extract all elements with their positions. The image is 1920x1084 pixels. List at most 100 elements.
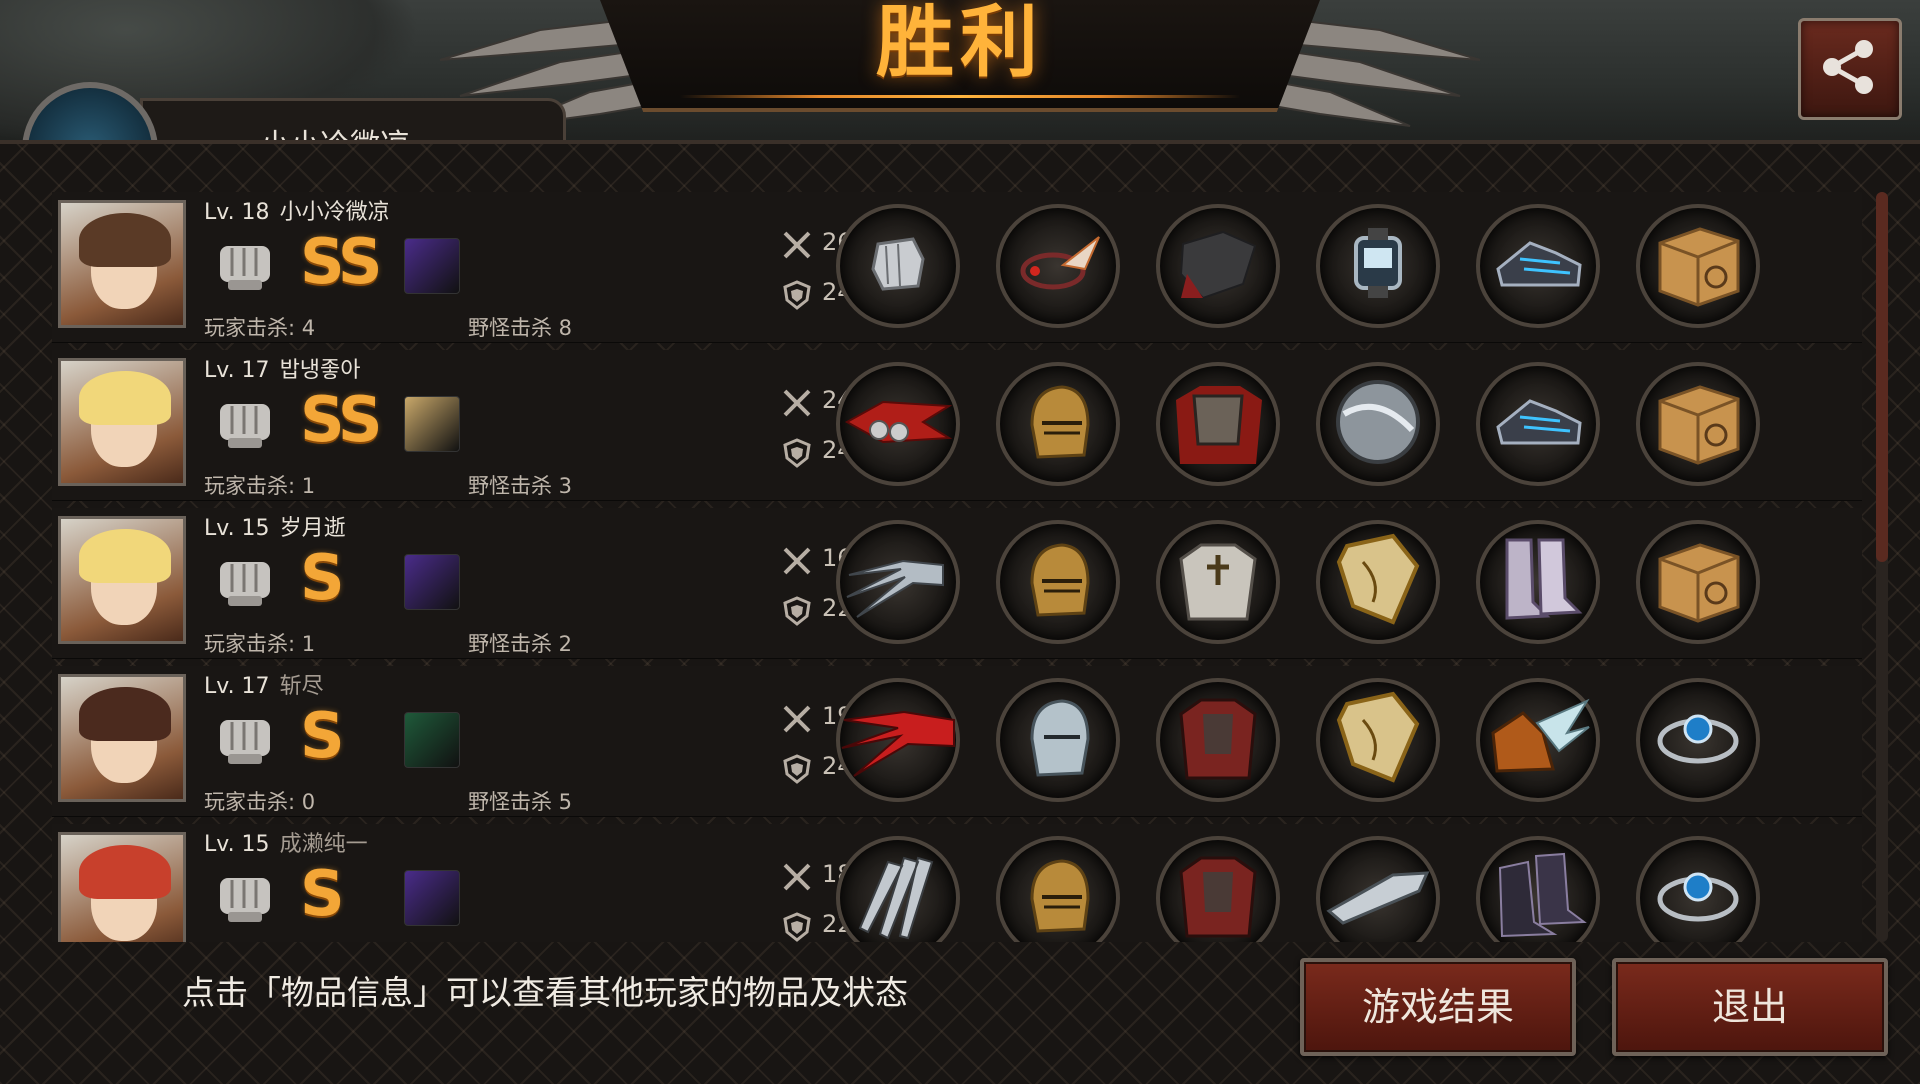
avatar-hair xyxy=(79,845,171,899)
equipment-slot[interactable] xyxy=(996,678,1120,802)
equipment-slot[interactable] xyxy=(996,836,1120,942)
player-grade: S xyxy=(300,541,345,614)
equipment-slot[interactable] xyxy=(1156,520,1280,644)
equipment-slot[interactable] xyxy=(1316,204,1440,328)
winged-circlet-icon xyxy=(1013,229,1103,303)
player-list[interactable]: Lv. 18小小冷微凉SS玩家击杀: 4野怪击杀 8265249Lv. 17밥냉… xyxy=(52,190,1862,942)
equipment-slot[interactable] xyxy=(1156,362,1280,486)
player-level-name: Lv. 17 밥냉좋아 xyxy=(204,352,361,384)
equipment-slot[interactable] xyxy=(1636,836,1760,942)
fist-icon xyxy=(220,562,270,606)
player-grade: SS xyxy=(300,383,383,456)
player-level-name: Lv. 17 斩尽 xyxy=(204,668,324,700)
player-pet-icon[interactable] xyxy=(404,870,460,926)
gold-shield-icon xyxy=(1333,532,1423,632)
player-pet-icon[interactable] xyxy=(404,554,460,610)
player-list-scrollbar[interactable] xyxy=(1876,192,1888,942)
player-avatar[interactable] xyxy=(58,832,186,942)
player-kills: 玩家击杀: 1 xyxy=(204,474,316,498)
armor-red-cape-icon xyxy=(1170,374,1266,474)
equipment-slot[interactable] xyxy=(1156,204,1280,328)
player-level: Lv. 17 xyxy=(204,358,270,383)
shield-icon xyxy=(783,438,811,468)
player-row[interactable]: Lv. 17밥냉좋아SS玩家击杀: 1野怪击杀 3240246 xyxy=(52,350,1862,501)
gauntlet-icon xyxy=(858,224,938,308)
player-avatar[interactable] xyxy=(58,674,186,802)
equipment-slot[interactable] xyxy=(996,362,1120,486)
player-level: Lv. 15 xyxy=(204,516,270,541)
player-avatar[interactable] xyxy=(58,516,186,644)
player-row[interactable]: Lv. 17斩尽S玩家击杀: 0野怪击杀 5196247 xyxy=(52,666,1862,817)
red-armor-icon xyxy=(1173,848,1263,942)
equipment-slot[interactable] xyxy=(996,204,1120,328)
cat-box-icon xyxy=(1650,219,1746,313)
equipment-slot[interactable] xyxy=(1156,836,1280,942)
shield-icon xyxy=(783,912,811,942)
cat-box-icon xyxy=(1650,535,1746,629)
equipment-slot[interactable] xyxy=(836,678,960,802)
dark-boots-icon xyxy=(1488,848,1588,942)
crossed-swords-icon xyxy=(783,863,811,891)
player-avatar[interactable] xyxy=(58,358,186,486)
player-name: 岁月逝 xyxy=(279,516,346,541)
player-pet-icon[interactable] xyxy=(404,238,460,294)
player-level-name: Lv. 18 小小冷微凉 xyxy=(204,194,390,226)
player-name: 小小冷微凉 xyxy=(279,200,390,225)
red-claw-icon xyxy=(838,690,958,790)
avatar-hair xyxy=(79,529,171,583)
equipment-slot[interactable] xyxy=(1476,362,1600,486)
red-knuckle-icon xyxy=(843,392,953,456)
equipment-slot[interactable] xyxy=(1636,678,1760,802)
shield-icon xyxy=(783,754,811,784)
player-row[interactable]: Lv. 15岁月逝S玩家击杀: 1野怪击杀 2169229 xyxy=(52,508,1862,659)
hint-text: 点击「物品信息」可以查看其他玩家的物品及状态 xyxy=(182,973,908,1012)
equipment-slot[interactable] xyxy=(836,836,960,942)
share-button[interactable] xyxy=(1798,18,1902,120)
equipment-slot[interactable] xyxy=(1316,362,1440,486)
equipment-slot[interactable] xyxy=(836,520,960,644)
steel-disc-icon xyxy=(1330,374,1426,474)
player-row[interactable]: Lv. 18小小冷微凉SS玩家击杀: 4野怪击杀 8265249 xyxy=(52,192,1862,343)
jacket-icon xyxy=(1173,224,1263,308)
silver-helmet-icon xyxy=(1018,693,1098,787)
equipment-slot[interactable] xyxy=(836,204,960,328)
crossed-swords-icon xyxy=(783,705,811,733)
fist-icon xyxy=(220,720,270,764)
player-avatar[interactable] xyxy=(58,200,186,328)
player-level-name: Lv. 15 成濑纯一 xyxy=(204,826,368,858)
equipment-slot[interactable] xyxy=(1636,520,1760,644)
game-result-button[interactable]: 游戏结果 xyxy=(1300,958,1576,1056)
boots-icon xyxy=(1493,532,1583,632)
exit-button[interactable]: 退出 xyxy=(1612,958,1888,1056)
avatar-hair xyxy=(79,213,171,267)
player-pet-icon[interactable] xyxy=(404,712,460,768)
gold-helmet-icon xyxy=(1018,379,1098,469)
scrollbar-thumb[interactable] xyxy=(1876,192,1888,562)
equipment-slot[interactable] xyxy=(836,362,960,486)
player-name: 밥냉좋아 xyxy=(279,358,361,383)
crossed-swords-icon xyxy=(783,231,811,259)
player-name: 斩尽 xyxy=(279,674,324,699)
player-pet-icon[interactable] xyxy=(404,396,460,452)
blue-ring-icon xyxy=(1650,703,1746,777)
equipment-slot[interactable] xyxy=(1316,678,1440,802)
player-row[interactable]: Lv. 15成濑纯一S180227 xyxy=(52,824,1862,942)
equipment-slot[interactable] xyxy=(1316,520,1440,644)
avatar-hair xyxy=(79,687,171,741)
equipment-slot[interactable] xyxy=(1476,678,1600,802)
equipment-slot[interactable] xyxy=(1476,520,1600,644)
gold-helmet-icon xyxy=(1018,537,1098,627)
white-armor-icon xyxy=(1173,535,1263,629)
equipment-slot[interactable] xyxy=(1636,362,1760,486)
equipment-slot[interactable] xyxy=(1156,678,1280,802)
equipment-slot[interactable] xyxy=(996,520,1120,644)
fist-icon xyxy=(220,246,270,290)
equipment-slot[interactable] xyxy=(1316,836,1440,942)
player-name: 成濑纯一 xyxy=(279,832,368,857)
player-level: Lv. 18 xyxy=(204,200,270,225)
gold-helmet-icon xyxy=(1018,853,1098,942)
equipment-slot[interactable] xyxy=(1476,204,1600,328)
player-level-name: Lv. 15 岁月逝 xyxy=(204,510,346,542)
equipment-slot[interactable] xyxy=(1636,204,1760,328)
equipment-slot[interactable] xyxy=(1476,836,1600,942)
